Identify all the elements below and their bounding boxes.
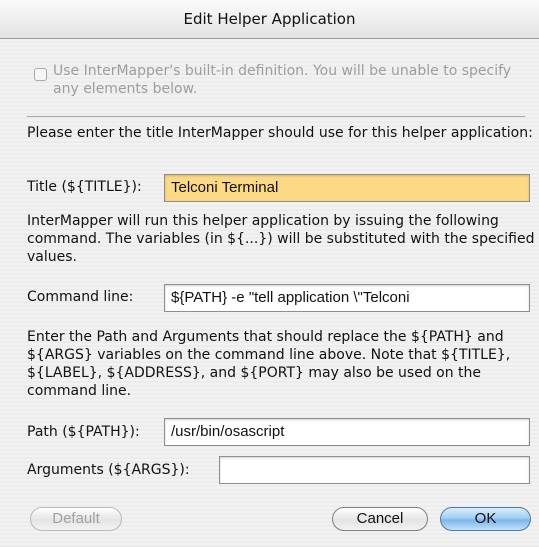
- builtin-definition-checkbox[interactable]: [34, 68, 47, 81]
- path-label: Path (${PATH}):: [27, 424, 140, 440]
- default-button[interactable]: Default: [30, 507, 122, 531]
- command-line-label: Command line:: [27, 289, 134, 305]
- cancel-button[interactable]: Cancel: [332, 507, 428, 531]
- builtin-definition-label: Use InterMapper's built-in definition. Y…: [53, 63, 512, 97]
- title-label: Title (${TITLE}):: [27, 179, 142, 195]
- command-line-field[interactable]: ${PATH} -e "tell application \"Telconi: [164, 284, 530, 312]
- ok-button[interactable]: OK: [440, 507, 531, 531]
- path-args-instruction: Enter the Path and Arguments that should…: [27, 329, 511, 399]
- command-instruction: InterMapper will run this helper applica…: [27, 213, 535, 265]
- arguments-label: Arguments (${ARGS}):: [27, 462, 190, 478]
- edit-helper-dialog: Edit Helper Application Use InterMapper'…: [0, 0, 539, 547]
- arguments-field[interactable]: [219, 456, 530, 484]
- path-field[interactable]: /usr/bin/osascript: [164, 418, 530, 446]
- window-title: Edit Helper Application: [183, 10, 356, 28]
- title-instruction: Please enter the title InterMapper shoul…: [27, 125, 533, 141]
- separator: [27, 116, 525, 117]
- title-field[interactable]: Telconi Terminal: [164, 174, 530, 202]
- title-bar[interactable]: Edit Helper Application: [0, 0, 539, 39]
